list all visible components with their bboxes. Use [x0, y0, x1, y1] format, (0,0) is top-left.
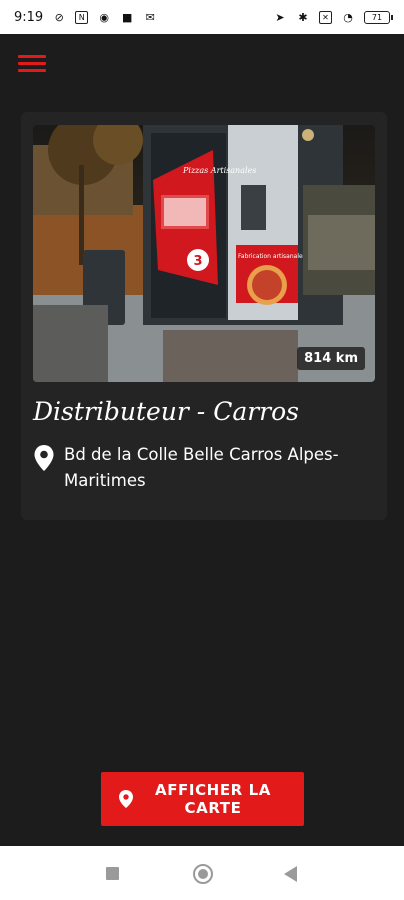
battery-icon: 71 — [364, 10, 393, 24]
status-right: ➤ ✱ ✕ ◔ 71 — [273, 10, 393, 24]
system-navigation-bar — [0, 846, 404, 900]
location-pin-icon — [34, 445, 54, 471]
home-circle-icon[interactable] — [193, 864, 213, 884]
vending-machine-photo: 3 Pizzas Artisanales Fabrication artisan… — [33, 125, 375, 382]
mail-icon: ✉ — [145, 10, 155, 24]
show-map-label: AFFICHER LA CARTE — [154, 781, 272, 817]
trash-icon: ■ — [122, 10, 133, 24]
battery-level: 71 — [371, 12, 383, 22]
hamburger-menu-icon[interactable] — [18, 55, 46, 75]
menu-line — [18, 69, 46, 72]
chrome-icon: ◉ — [99, 10, 109, 24]
location-card[interactable]: 3 Pizzas Artisanales Fabrication artisan… — [21, 112, 387, 520]
photo-sign-text: Pizzas Artisanales — [182, 166, 256, 175]
photo-side-text: Fabrication artisanale — [238, 253, 303, 260]
menu-line — [18, 55, 46, 58]
app-screen: 3 Pizzas Artisanales Fabrication artisan… — [0, 34, 404, 846]
recents-square-icon[interactable] — [106, 867, 119, 880]
show-map-button[interactable]: AFFICHER LA CARTE — [101, 772, 304, 826]
location-arrow-icon: ➤ — [275, 10, 285, 24]
status-time: 9:19 — [14, 9, 44, 25]
menu-line — [18, 62, 46, 65]
location-address: Bd de la Colle Belle Carros Alpes-Mariti… — [33, 442, 377, 494]
status-left: 9:19 ⊘ N ◉ ■ ✉ — [14, 10, 157, 25]
photo-number: 3 — [193, 254, 202, 269]
map-pin-icon — [119, 790, 133, 808]
back-triangle-icon[interactable] — [284, 866, 297, 882]
location-photo: 3 Pizzas Artisanales Fabrication artisan… — [33, 125, 375, 382]
distance-badge: 814 km — [297, 347, 365, 370]
bluetooth-icon: ✱ — [298, 10, 308, 24]
status-bar: 9:19 ⊘ N ◉ ■ ✉ ➤ ✱ ✕ ◔ 71 — [0, 0, 404, 34]
location-title: Distributeur - Carros — [33, 397, 300, 426]
address-text: Bd de la Colle Belle Carros Alpes-Mariti… — [64, 445, 339, 490]
n-box-icon: N — [75, 10, 89, 24]
cross-box-icon: ✕ — [319, 10, 332, 24]
no-sim-icon: ⊘ — [54, 10, 64, 24]
wifi-icon: ◔ — [343, 10, 353, 24]
